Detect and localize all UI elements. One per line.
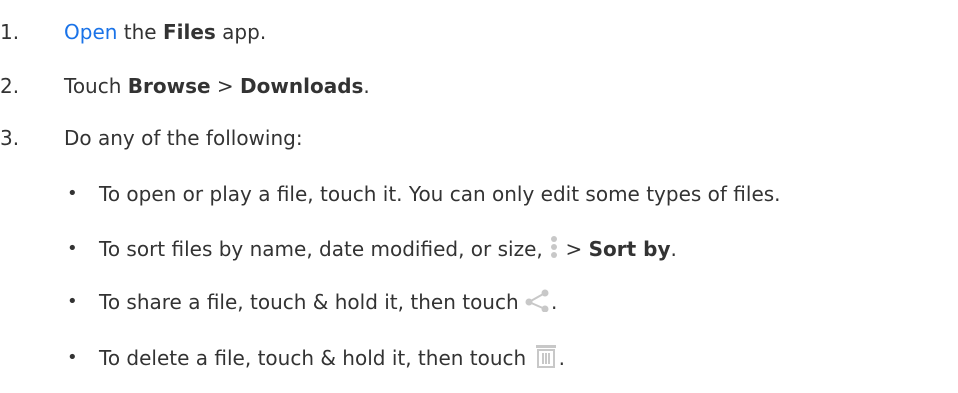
downloads-label: Downloads <box>240 74 364 98</box>
step-text: Do any of the following: <box>64 126 303 150</box>
bullet-text-part: . <box>551 290 558 314</box>
bullet-symbol: • <box>67 238 78 259</box>
bullet-text: To delete a file, touch & hold it, then … <box>99 344 565 375</box>
files-app-name: Files <box>162 20 216 44</box>
sort-by-label: Sort by <box>588 237 671 261</box>
bullet-text-part: To sort files by name, date modified, or… <box>99 237 550 261</box>
step-text-part: app. <box>215 20 267 44</box>
step-text-part: Touch <box>64 74 128 98</box>
bullet-symbol: • <box>67 347 78 368</box>
step-number: 2. <box>0 74 20 98</box>
step-number: 3. <box>0 126 20 150</box>
bullet-text-part: To share a file, touch & hold it, then t… <box>99 290 526 314</box>
separator: > <box>210 74 241 98</box>
share-icon <box>525 288 551 319</box>
more-vert-icon <box>549 235 559 266</box>
instructions-document: 1. Open the Files app. 2. Touch Browse >… <box>0 0 958 393</box>
step-text: Touch Browse > Downloads. <box>64 72 370 100</box>
step-text-part: . <box>363 74 370 98</box>
bullet-text: To share a file, touch & hold it, then t… <box>99 288 557 319</box>
bullet-text: To open or play a file, touch it. You ca… <box>99 182 781 206</box>
trash-icon <box>533 344 559 375</box>
step-text-part: the <box>117 20 163 44</box>
bullet-text-part: . <box>558 346 565 370</box>
bullet-text-part: . <box>670 237 677 261</box>
separator: > <box>559 237 589 261</box>
open-link[interactable]: Open <box>64 20 117 44</box>
browse-label: Browse <box>127 74 211 98</box>
bullet-text-part: To delete a file, touch & hold it, then … <box>99 346 533 370</box>
bullet-symbol: • <box>67 183 78 204</box>
step-text: Open the Files app. <box>64 18 266 46</box>
step-number: 1. <box>0 20 20 44</box>
bullet-text: To sort files by name, date modified, or… <box>99 235 677 266</box>
bullet-symbol: • <box>67 291 78 312</box>
